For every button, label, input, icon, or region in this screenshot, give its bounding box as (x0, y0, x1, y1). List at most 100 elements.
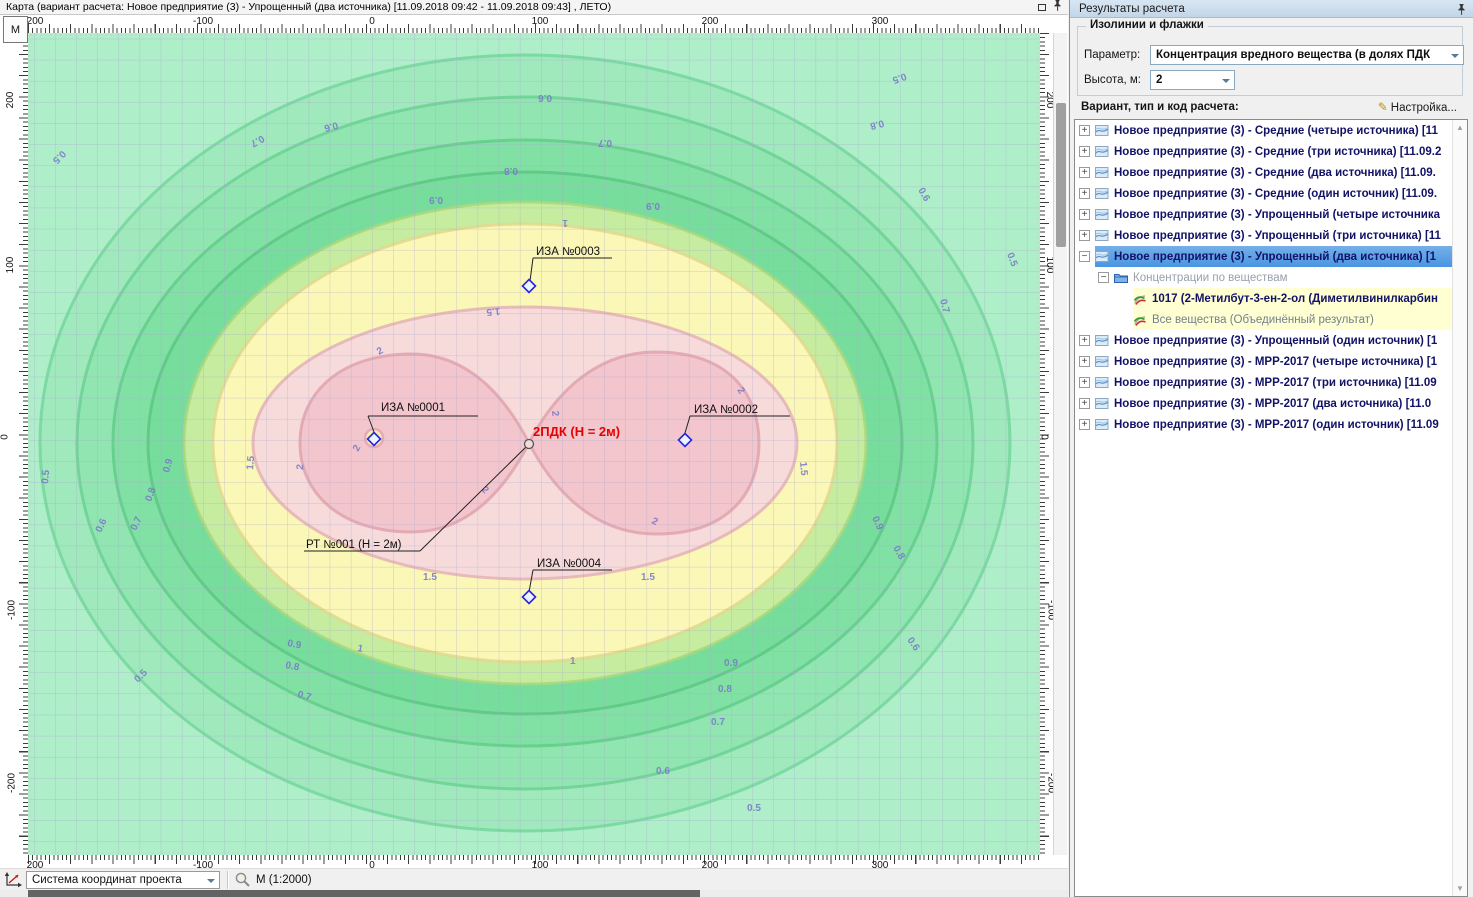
tree-row[interactable]: + Новое предприятие (3) - Упрощенный (оди… (1075, 330, 1467, 351)
tree-row-label: Новое предприятие (3) - Средние (четыре … (1114, 125, 1438, 137)
ruler-label: 200 (27, 16, 44, 27)
isoline-value-label: 0.8 (504, 165, 518, 176)
collapse-icon[interactable]: − (1079, 251, 1090, 262)
expand-icon[interactable]: + (1079, 377, 1090, 388)
chevron-down-icon (207, 879, 215, 883)
map-vertical-scrollbar[interactable] (1053, 33, 1067, 855)
expand-icon[interactable]: + (1079, 188, 1090, 199)
expand-icon[interactable]: + (1079, 125, 1090, 136)
indent-spacer (1117, 293, 1128, 304)
height-value: 2 (1156, 74, 1162, 86)
folder-icon (1114, 272, 1129, 283)
tree-row[interactable]: +Новое предприятие (3) - Упрощенный (три… (1075, 225, 1467, 246)
map-window-titlebar[interactable]: Карта (вариант расчета: Новое предприяти… (0, 0, 1068, 15)
pin-icon[interactable] (1053, 0, 1062, 15)
expand-icon[interactable]: + (1079, 230, 1090, 241)
indent-spacer (1117, 314, 1128, 325)
collapse-icon[interactable]: − (1098, 272, 1109, 283)
expand-icon[interactable]: + (1079, 419, 1090, 430)
map-canvas[interactable]: 0.60.70.80.90.911.50.50.60.70.50.50.90.8… (28, 33, 1040, 855)
tree-row[interactable]: + Новое предприятие (3) - Средние (два ис… (1075, 162, 1467, 183)
tree-row[interactable]: + Новое предприятие (3) - МРР-2017 (три и… (1075, 372, 1467, 393)
isoline-value-label: 0.5 (747, 803, 761, 814)
isoline-value-label: 0.6 (538, 92, 552, 103)
tree-row[interactable]: + Новое предприятие (3) - МРР-2017 (два и… (1075, 393, 1467, 414)
settings-link[interactable]: ✎Настройка... (1378, 100, 1457, 114)
parameter-select[interactable]: Концентрация вредного вещества (в долях … (1150, 45, 1464, 65)
map-icon (1095, 208, 1110, 221)
expand-icon[interactable]: + (1079, 398, 1090, 409)
map-horizontal-scrollbar[interactable] (0, 890, 1068, 897)
ruler-left: 2001000-100-200 (0, 33, 28, 855)
tree-row-label: Новое предприятие (3) - МРР-2017 (три ис… (1114, 377, 1437, 389)
expand-icon[interactable]: + (1079, 167, 1090, 178)
tree-row[interactable]: −Концентрации по веществам (1075, 267, 1467, 288)
tree-row-label: Новое предприятие (3) - Средние (один ис… (1114, 188, 1437, 200)
ruler-label: 100 (532, 16, 549, 27)
tree-row-label: Новое предприятие (3) - МРР-2017 (один и… (1114, 419, 1439, 431)
marker-label: ИЗА №0001 (381, 402, 445, 414)
tree-row[interactable]: + Новое предприятие (3) - МРР-2017 (один … (1075, 414, 1467, 435)
isoline-value-label: 0.5 (40, 469, 52, 484)
ruler-label: -200 (7, 773, 18, 793)
height-select[interactable]: 2 (1150, 70, 1235, 90)
map-icon (1095, 124, 1110, 137)
coordinate-system-select[interactable]: Система координат проекта (26, 871, 220, 889)
zoom-icon[interactable] (234, 871, 251, 888)
isoline-value-label: 0.7 (711, 717, 725, 728)
isoline-value-label: 0.7 (598, 137, 612, 148)
tree-row-label: Новое предприятие (3) - Упрощенный (четы… (1114, 209, 1440, 221)
app-window: Карта (вариант расчета: Новое предприяти… (0, 0, 1473, 897)
tree-row[interactable]: 1017 (2-Метилбут-3-ен-2-ол (Диметилвинил… (1075, 288, 1467, 309)
parameter-value: Концентрация вредного вещества (в долях … (1156, 49, 1430, 61)
scroll-up-icon[interactable]: ▲ (1453, 123, 1467, 132)
tree-row-label: Новое предприятие (3) - Упрощенный (два … (1114, 251, 1436, 263)
expand-icon[interactable]: + (1079, 335, 1090, 346)
group-title: Изолинии и флажки (1086, 19, 1208, 31)
map-window: Карта (вариант расчета: Новое предприяти… (0, 0, 1068, 897)
ruler-label: 200 (5, 92, 16, 109)
tree-row-label: Новое предприятие (3) - Средние (три ист… (1114, 146, 1441, 158)
variant-label: Вариант, тип и код расчета: (1081, 101, 1239, 113)
expand-icon[interactable]: + (1079, 209, 1090, 220)
tree-row-label: Новое предприятие (3) - Средние (два ист… (1114, 167, 1436, 179)
marker-label: РТ №001 (Н = 2м) (306, 539, 402, 551)
tree-row[interactable]: +Новое предприятие (3) - МРР-2017 (четыр… (1075, 351, 1467, 372)
tree-row-label: Новое предприятие (3) - МРР-2017 (два ис… (1114, 398, 1431, 410)
pin-icon[interactable] (1457, 3, 1466, 22)
map-icon (1095, 334, 1110, 347)
tree-row-label: 1017 (2-Метилбут-3-ен-2-ол (Диметилвинил… (1152, 293, 1438, 305)
scroll-down-icon[interactable]: ▼ (1453, 884, 1467, 893)
parameter-label: Параметр: (1084, 49, 1140, 61)
tree-row[interactable]: − Новое предприятие (3) - Упрощенный (два… (1075, 246, 1467, 267)
tree-row[interactable]: + Новое предприятие (3) - Средние (четыре… (1075, 120, 1467, 141)
vscroll-thumb[interactable] (1056, 103, 1066, 247)
ruler-units-label: М (3, 16, 28, 43)
ruler-bottom: 200-1000100200300 (28, 855, 1040, 868)
tree-row[interactable]: + Новое предприятие (3) - Средние (один и… (1075, 183, 1467, 204)
ruler-label: 0 (0, 434, 10, 440)
tree-scrollbar[interactable]: ▲ ▼ (1452, 120, 1467, 896)
map-icon (1095, 397, 1110, 410)
ruler-label: 200 (702, 16, 719, 27)
isoline-value-label: 0.9 (724, 658, 738, 669)
tree-row[interactable]: + Новое предприятие (3) - Средние (три ис… (1075, 141, 1467, 162)
isolines-flags-group: Изолинии и флажки Параметр: Концентрация… (1077, 26, 1463, 96)
calc-point-marker[interactable] (525, 440, 534, 449)
exceedance-label: 2ПДК (Н = 2м) (533, 424, 620, 439)
window-restore-icon[interactable] (1038, 4, 1046, 11)
tree-row[interactable]: Все вещества (Объединённый результат) (1075, 309, 1467, 330)
concentration-map: 0.60.70.80.90.911.50.50.60.70.50.50.90.8… (28, 33, 1040, 855)
hscroll-thumb[interactable] (28, 890, 700, 897)
expand-icon[interactable]: + (1079, 146, 1090, 157)
results-tree: + Новое предприятие (3) - Средние (четыре… (1074, 119, 1468, 897)
expand-icon[interactable]: + (1079, 356, 1090, 367)
results-panel-title: Результаты расчета (1079, 3, 1185, 15)
height-label: Высота, м: (1084, 74, 1141, 86)
isoline-value-label: 1.5 (641, 572, 655, 583)
tree-row-label: Новое предприятие (3) - Упрощенный (один… (1114, 335, 1437, 347)
coordinate-system-icon (4, 872, 22, 888)
tree-row[interactable]: + Новое предприятие (3) - Упрощенный (чет… (1075, 204, 1467, 225)
marker-label: ИЗА №0002 (694, 404, 758, 416)
map-icon (1095, 229, 1110, 242)
